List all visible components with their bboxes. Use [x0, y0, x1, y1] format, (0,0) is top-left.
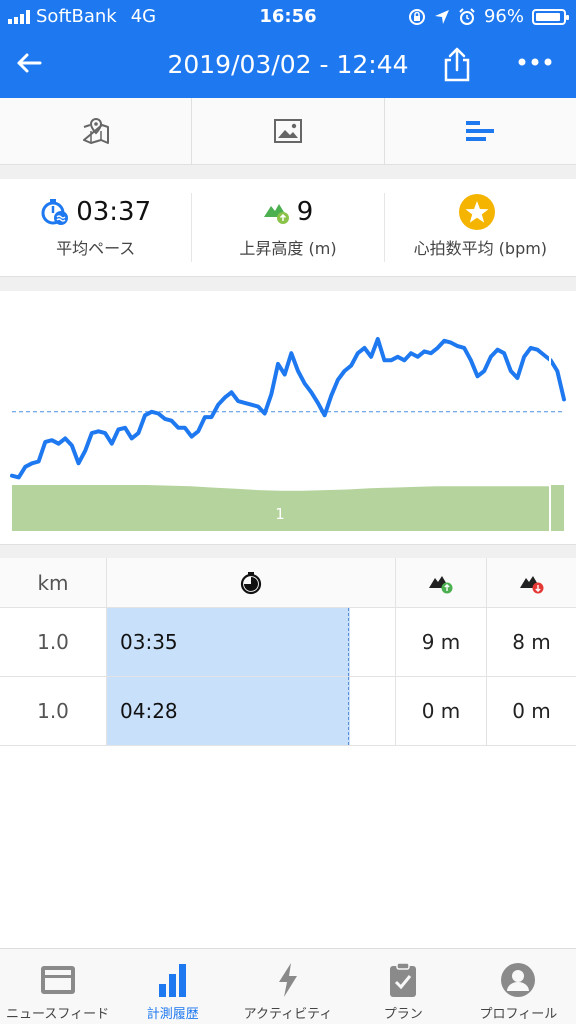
- average-pace-marker: [348, 608, 349, 676]
- ascent-icon: [263, 204, 289, 224]
- activity-bolt-icon: [279, 963, 297, 997]
- table-header: km: [0, 558, 576, 608]
- row-pace-cell: 03:35: [107, 608, 396, 676]
- nav-activity-label: アクティビティ: [243, 1007, 333, 1022]
- page-title: 2019/03/02 - 12:44: [167, 50, 409, 79]
- status-bar: SoftBank 4G 16:56 96%: [0, 0, 576, 34]
- nav-history-label: 計測履歴: [146, 1007, 199, 1022]
- table-row[interactable]: 1.0 04:28 0 m 0 m: [0, 677, 576, 746]
- battery-icon: [532, 8, 569, 25]
- tab-splits[interactable]: [385, 98, 576, 164]
- splits-icon: [466, 121, 495, 141]
- top-bar: SoftBank 4G 16:56 96% 2019/03/02 - 12:44: [0, 0, 576, 98]
- row-distance: 1.0: [0, 608, 107, 676]
- row-ascent: 9 m: [396, 608, 487, 676]
- plan-clipboard-icon: [390, 962, 417, 997]
- tab-map[interactable]: [0, 98, 193, 164]
- bottom-navigation: ニュースフィード 計測履歴 アクティビティ プラン プロフィール: [0, 948, 576, 1024]
- pace-line: [10, 337, 566, 480]
- header-ascent: [396, 558, 487, 607]
- share-icon[interactable]: [440, 46, 474, 82]
- nav-newsfeed[interactable]: ニュースフィード: [0, 949, 115, 1024]
- row-ascent: 0 m: [396, 677, 487, 745]
- star-badge-icon: [459, 194, 496, 230]
- summary-stats: 03:37 平均ペース 9 上昇高度 (m) 心拍数平均 (bpm): [0, 179, 576, 277]
- stat-heart-rate: 心拍数平均 (bpm): [385, 193, 576, 262]
- ascent-value: 9: [296, 197, 314, 227]
- average-pace-marker: [348, 677, 349, 745]
- row-distance: 1.0: [0, 677, 107, 745]
- rotation-lock-icon: [408, 8, 425, 25]
- nav-plan-label: プラン: [383, 1007, 423, 1022]
- tab-photos[interactable]: [192, 98, 385, 164]
- row-pace: 04:28: [120, 699, 178, 723]
- row-descent: 0 m: [512, 699, 551, 723]
- profile-icon: [501, 963, 536, 997]
- battery-percent: 96%: [483, 6, 524, 27]
- nav-activity[interactable]: アクティビティ: [230, 949, 345, 1024]
- stopwatch-icon: [41, 199, 69, 225]
- more-icon[interactable]: [515, 54, 555, 70]
- location-icon: [434, 9, 449, 24]
- nav-profile[interactable]: プロフィール: [461, 949, 576, 1024]
- nav-profile-label: プロフィール: [479, 1007, 558, 1022]
- row-descent: 8 m: [512, 630, 551, 654]
- row-pace-cell: 04:28: [107, 677, 396, 745]
- pace-label: 平均ペース: [56, 239, 136, 258]
- table-row[interactable]: 1.0 03:35 9 m 8 m: [0, 608, 576, 677]
- stat-ascent: 9 上昇高度 (m): [192, 193, 385, 262]
- view-tabs: [0, 98, 576, 165]
- image-icon: [273, 119, 302, 143]
- header-descent: [487, 558, 576, 607]
- navigation-bar: 2019/03/02 - 12:44: [0, 34, 576, 98]
- ascent-icon: [429, 575, 453, 593]
- stat-pace: 03:37 平均ペース: [0, 193, 193, 262]
- elevation-profile-tail: [551, 485, 564, 531]
- pace-chart: 1: [0, 291, 576, 545]
- row-pace: 03:35: [120, 630, 178, 654]
- section-gap: [0, 545, 576, 558]
- splits-table: km 1.0 03:35 9 m 8 m 1.0 04:28 0 m 0 m: [0, 558, 576, 746]
- header-pace: [107, 558, 396, 607]
- section-gap: [0, 165, 576, 179]
- newsfeed-icon: [40, 966, 75, 994]
- alarm-icon: [459, 7, 475, 25]
- header-distance: km: [0, 558, 107, 607]
- stopwatch-icon: [240, 571, 262, 594]
- descent-icon: [519, 575, 543, 593]
- history-chart-icon: [158, 964, 186, 997]
- segment-label: 1: [275, 505, 285, 523]
- heart-rate-label: 心拍数平均 (bpm): [413, 239, 548, 258]
- pace-chart-plot: 1: [10, 303, 566, 531]
- ascent-label: 上昇高度 (m): [239, 239, 337, 258]
- nav-history[interactable]: 計測履歴: [115, 949, 230, 1024]
- pace-value: 03:37: [76, 197, 152, 227]
- nav-plan[interactable]: プラン: [346, 949, 461, 1024]
- section-gap: [0, 277, 576, 291]
- nav-newsfeed-label: ニュースフィード: [6, 1007, 110, 1022]
- map-icon: [82, 117, 109, 144]
